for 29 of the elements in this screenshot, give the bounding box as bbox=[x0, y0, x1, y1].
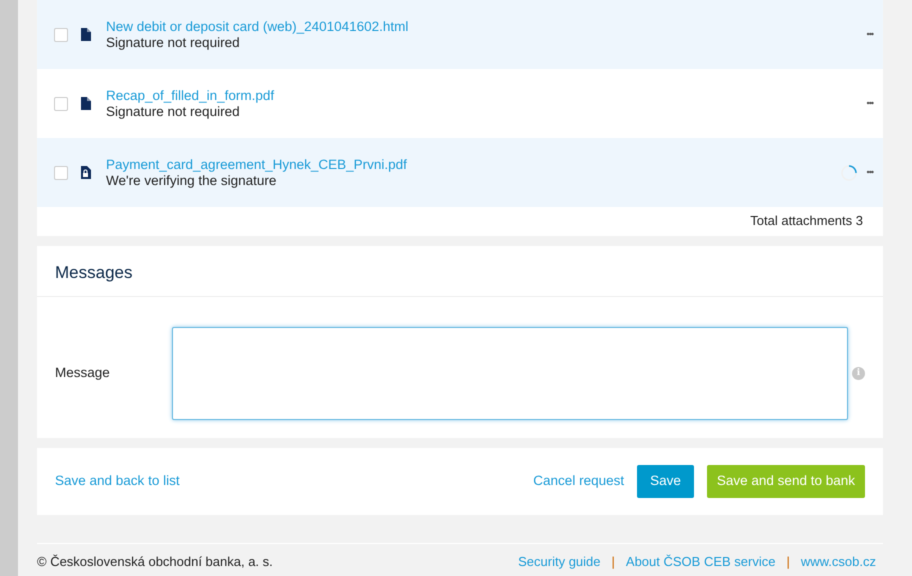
signature-status: Signature not required bbox=[106, 34, 241, 50]
file-icon bbox=[81, 97, 91, 110]
footer-link[interactable]: Security guide bbox=[518, 552, 601, 572]
footer-link[interactable]: www.csob.cz bbox=[800, 552, 876, 572]
signature-status: We're verifying the signature bbox=[106, 172, 278, 188]
more-menu[interactable]: ••• bbox=[866, 96, 873, 110]
checkbox[interactable] bbox=[54, 28, 68, 42]
signature-status: Signature not required bbox=[106, 104, 241, 120]
total-attachments-label: Total attachments 3 bbox=[750, 213, 863, 228]
cancel-link[interactable]: Cancel request bbox=[533, 471, 624, 492]
save-button[interactable]: Save bbox=[637, 465, 694, 498]
file-icon bbox=[81, 166, 91, 179]
more-menu[interactable]: ••• bbox=[866, 28, 873, 42]
copyright-text: © Československá obchodní banka, a. s. bbox=[37, 553, 273, 571]
file-link[interactable]: Payment_card_agreement_Hynek_CEB_Prvni.pdf bbox=[106, 156, 841, 172]
send-button[interactable]: Save and send to bank bbox=[706, 465, 865, 498]
file-link[interactable]: Recap_of_filled_in_form.pdf bbox=[106, 88, 857, 104]
separator: | bbox=[612, 553, 615, 571]
checkbox[interactable] bbox=[54, 96, 68, 110]
section-title: Messages bbox=[37, 246, 883, 297]
more-menu[interactable]: ••• bbox=[866, 166, 873, 180]
field-label: Message bbox=[55, 364, 111, 382]
checkbox[interactable] bbox=[54, 166, 68, 180]
back-link[interactable]: Save and back to list bbox=[55, 471, 180, 492]
separator: | bbox=[786, 553, 790, 571]
message-field[interactable] bbox=[172, 327, 848, 420]
file-icon bbox=[81, 28, 91, 41]
footer-link[interactable]: About ČSOB CEB service bbox=[626, 552, 776, 572]
file-link[interactable]: New debit or deposit card (web)_2401041602.html bbox=[106, 18, 857, 34]
